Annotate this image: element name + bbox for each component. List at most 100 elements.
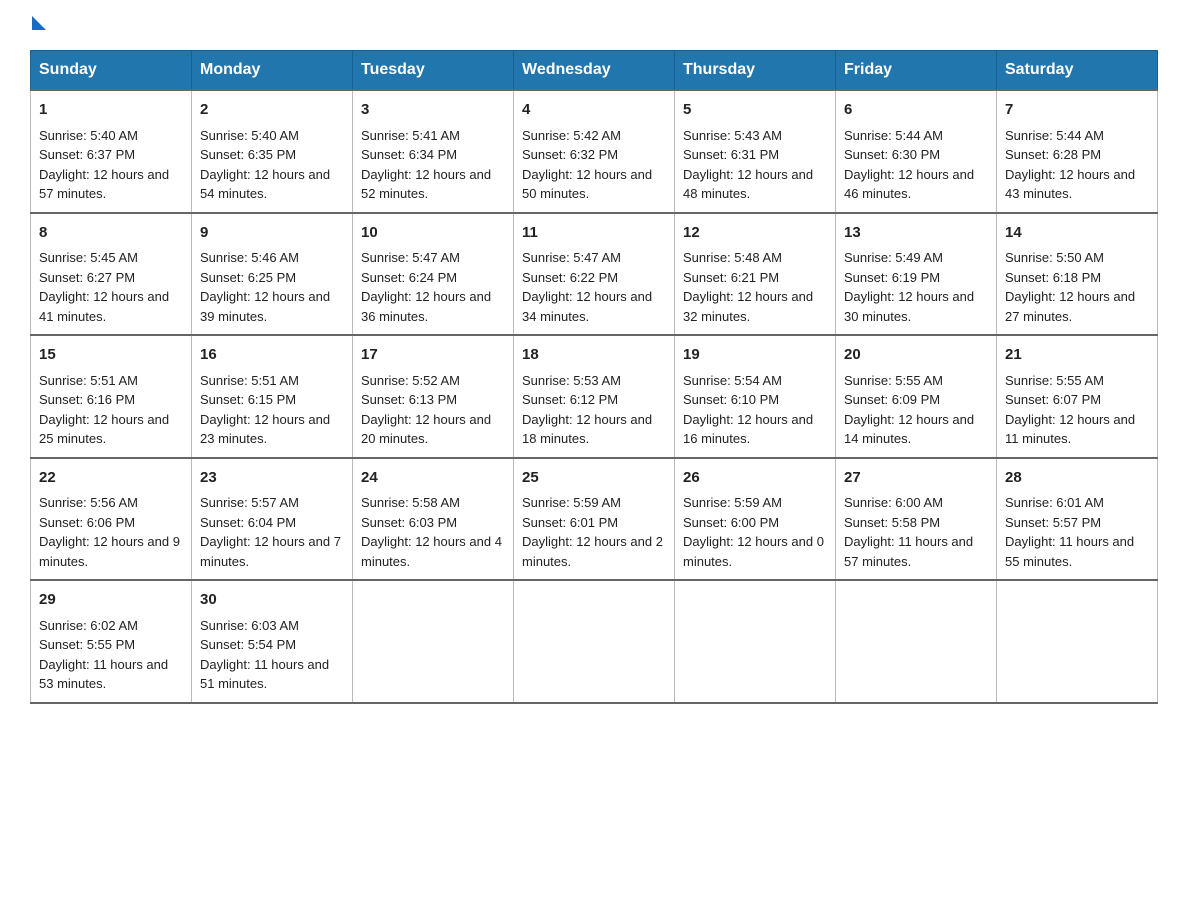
day-number: 17 (361, 344, 505, 367)
calendar-cell: 12 Sunrise: 5:48 AMSunset: 6:21 PMDayligh… (675, 213, 836, 336)
day-info: Sunrise: 5:55 AMSunset: 6:09 PMDaylight:… (844, 371, 988, 449)
day-info: Sunrise: 6:03 AMSunset: 5:54 PMDaylight:… (200, 616, 344, 694)
weekday-header-thursday: Thursday (675, 51, 836, 91)
day-info: Sunrise: 6:01 AMSunset: 5:57 PMDaylight:… (1005, 493, 1149, 571)
day-number: 10 (361, 222, 505, 245)
calendar-cell (997, 580, 1158, 703)
day-number: 13 (844, 222, 988, 245)
day-number: 28 (1005, 467, 1149, 490)
calendar-cell (514, 580, 675, 703)
calendar-cell: 11 Sunrise: 5:47 AMSunset: 6:22 PMDayligh… (514, 213, 675, 336)
calendar-week-row: 15 Sunrise: 5:51 AMSunset: 6:16 PMDayligh… (31, 335, 1158, 458)
day-number: 20 (844, 344, 988, 367)
day-info: Sunrise: 5:41 AMSunset: 6:34 PMDaylight:… (361, 126, 505, 204)
day-number: 1 (39, 99, 183, 122)
day-info: Sunrise: 5:51 AMSunset: 6:16 PMDaylight:… (39, 371, 183, 449)
day-number: 12 (683, 222, 827, 245)
day-number: 21 (1005, 344, 1149, 367)
calendar-cell: 26Sunrise: 5:59 AMSunset: 6:00 PMDayligh… (675, 458, 836, 581)
day-number: 3 (361, 99, 505, 122)
calendar-header: SundayMondayTuesdayWednesdayThursdayFrid… (31, 51, 1158, 91)
calendar-cell: 7 Sunrise: 5:44 AMSunset: 6:28 PMDaylight… (997, 90, 1158, 213)
day-number: 5 (683, 99, 827, 122)
day-info: Sunrise: 5:46 AMSunset: 6:25 PMDaylight:… (200, 248, 344, 326)
calendar-cell: 3 Sunrise: 5:41 AMSunset: 6:34 PMDaylight… (353, 90, 514, 213)
day-info: Sunrise: 5:56 AMSunset: 6:06 PMDaylight:… (39, 493, 183, 571)
day-number: 6 (844, 99, 988, 122)
calendar-week-row: 29 Sunrise: 6:02 AMSunset: 5:55 PMDayligh… (31, 580, 1158, 703)
day-info: Sunrise: 5:44 AMSunset: 6:28 PMDaylight:… (1005, 126, 1149, 204)
day-number: 7 (1005, 99, 1149, 122)
calendar-cell: 17 Sunrise: 5:52 AMSunset: 6:13 PMDayligh… (353, 335, 514, 458)
calendar-cell: 6 Sunrise: 5:44 AMSunset: 6:30 PMDaylight… (836, 90, 997, 213)
weekday-header-tuesday: Tuesday (353, 51, 514, 91)
calendar-cell: 8Sunrise: 5:45 AMSunset: 6:27 PMDaylight… (31, 213, 192, 336)
day-number: 22 (39, 467, 183, 490)
day-info: Sunrise: 5:53 AMSunset: 6:12 PMDaylight:… (522, 371, 666, 449)
day-info: Sunrise: 5:40 AMSunset: 6:35 PMDaylight:… (200, 126, 344, 204)
day-number: 8 (39, 222, 183, 245)
day-info: Sunrise: 5:47 AMSunset: 6:22 PMDaylight:… (522, 248, 666, 326)
calendar-cell: 18 Sunrise: 5:53 AMSunset: 6:12 PMDayligh… (514, 335, 675, 458)
calendar-cell: 21 Sunrise: 5:55 AMSunset: 6:07 PMDayligh… (997, 335, 1158, 458)
day-info: Sunrise: 5:49 AMSunset: 6:19 PMDaylight:… (844, 248, 988, 326)
calendar-cell: 25 Sunrise: 5:59 AMSunset: 6:01 PMDayligh… (514, 458, 675, 581)
day-info: Sunrise: 5:57 AMSunset: 6:04 PMDaylight:… (200, 493, 344, 571)
day-number: 25 (522, 467, 666, 490)
calendar-cell: 2Sunrise: 5:40 AMSunset: 6:35 PMDaylight… (192, 90, 353, 213)
day-info: Sunrise: 6:00 AMSunset: 5:58 PMDaylight:… (844, 493, 988, 571)
weekday-header-monday: Monday (192, 51, 353, 91)
calendar-cell: 15 Sunrise: 5:51 AMSunset: 6:16 PMDayligh… (31, 335, 192, 458)
day-info: Sunrise: 5:44 AMSunset: 6:30 PMDaylight:… (844, 126, 988, 204)
weekday-header-friday: Friday (836, 51, 997, 91)
logo (30, 20, 46, 30)
day-number: 18 (522, 344, 666, 367)
page-header (30, 20, 1158, 30)
day-number: 30 (200, 589, 344, 612)
calendar-cell: 30 Sunrise: 6:03 AMSunset: 5:54 PMDayligh… (192, 580, 353, 703)
day-info: Sunrise: 5:48 AMSunset: 6:21 PMDaylight:… (683, 248, 827, 326)
calendar-cell: 19 Sunrise: 5:54 AMSunset: 6:10 PMDayligh… (675, 335, 836, 458)
day-info: Sunrise: 5:52 AMSunset: 6:13 PMDaylight:… (361, 371, 505, 449)
calendar-week-row: 22 Sunrise: 5:56 AMSunset: 6:06 PMDayligh… (31, 458, 1158, 581)
calendar-cell (675, 580, 836, 703)
calendar-cell: 23 Sunrise: 5:57 AMSunset: 6:04 PMDayligh… (192, 458, 353, 581)
day-info: Sunrise: 5:55 AMSunset: 6:07 PMDaylight:… (1005, 371, 1149, 449)
calendar-cell (836, 580, 997, 703)
day-number: 27 (844, 467, 988, 490)
day-info: Sunrise: 5:59 AMSunset: 6:01 PMDaylight:… (522, 493, 666, 571)
calendar-cell (353, 580, 514, 703)
weekday-header-wednesday: Wednesday (514, 51, 675, 91)
day-info: Sunrise: 5:47 AMSunset: 6:24 PMDaylight:… (361, 248, 505, 326)
day-number: 15 (39, 344, 183, 367)
day-info: Sunrise: 5:54 AMSunset: 6:10 PMDaylight:… (683, 371, 827, 449)
calendar-cell: 5 Sunrise: 5:43 AMSunset: 6:31 PMDaylight… (675, 90, 836, 213)
day-info: Sunrise: 5:59 AMSunset: 6:00 PMDaylight:… (683, 493, 827, 571)
calendar-cell: 4Sunrise: 5:42 AMSunset: 6:32 PMDaylight… (514, 90, 675, 213)
calendar-cell: 1 Sunrise: 5:40 AMSunset: 6:37 PMDaylight… (31, 90, 192, 213)
day-number: 11 (522, 222, 666, 245)
day-info: Sunrise: 5:40 AMSunset: 6:37 PMDaylight:… (39, 126, 183, 204)
day-number: 14 (1005, 222, 1149, 245)
calendar-cell: 20 Sunrise: 5:55 AMSunset: 6:09 PMDayligh… (836, 335, 997, 458)
logo-line1 (30, 20, 46, 34)
day-number: 24 (361, 467, 505, 490)
day-number: 9 (200, 222, 344, 245)
day-info: Sunrise: 6:02 AMSunset: 5:55 PMDaylight:… (39, 616, 183, 694)
calendar-table: SundayMondayTuesdayWednesdayThursdayFrid… (30, 50, 1158, 704)
day-number: 29 (39, 589, 183, 612)
calendar-cell: 24Sunrise: 5:58 AMSunset: 6:03 PMDayligh… (353, 458, 514, 581)
calendar-cell: 10 Sunrise: 5:47 AMSunset: 6:24 PMDayligh… (353, 213, 514, 336)
weekday-header-row: SundayMondayTuesdayWednesdayThursdayFrid… (31, 51, 1158, 91)
calendar-cell: 22 Sunrise: 5:56 AMSunset: 6:06 PMDayligh… (31, 458, 192, 581)
calendar-week-row: 8Sunrise: 5:45 AMSunset: 6:27 PMDaylight… (31, 213, 1158, 336)
day-number: 23 (200, 467, 344, 490)
day-number: 19 (683, 344, 827, 367)
logo-triangle-icon (32, 16, 46, 30)
day-info: Sunrise: 5:51 AMSunset: 6:15 PMDaylight:… (200, 371, 344, 449)
calendar-cell: 13 Sunrise: 5:49 AMSunset: 6:19 PMDayligh… (836, 213, 997, 336)
calendar-week-row: 1 Sunrise: 5:40 AMSunset: 6:37 PMDaylight… (31, 90, 1158, 213)
day-info: Sunrise: 5:43 AMSunset: 6:31 PMDaylight:… (683, 126, 827, 204)
calendar-cell: 16Sunrise: 5:51 AMSunset: 6:15 PMDayligh… (192, 335, 353, 458)
weekday-header-sunday: Sunday (31, 51, 192, 91)
